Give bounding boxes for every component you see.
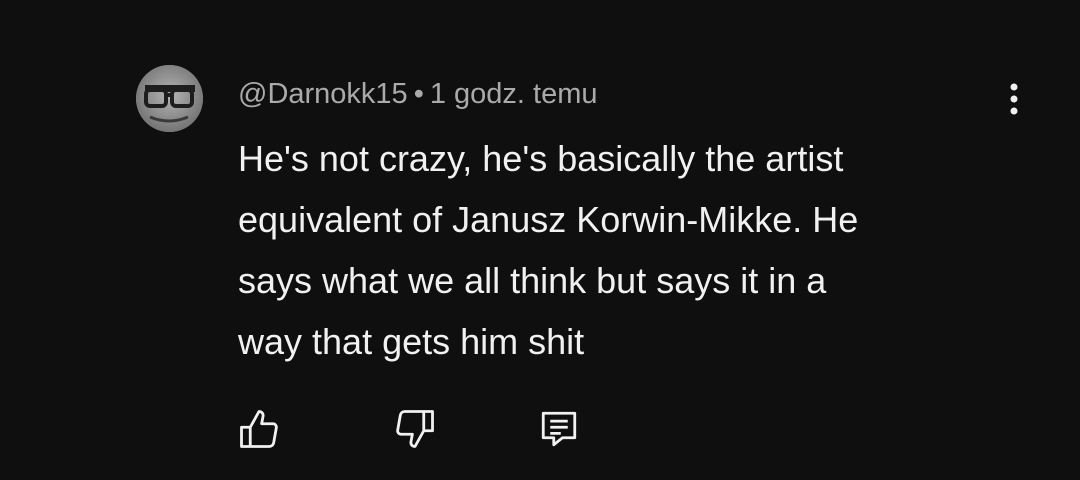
thumbs-down-icon bbox=[396, 410, 434, 448]
comment-meta: @Darnokk15 • 1 godz. temu bbox=[238, 74, 598, 114]
like-button[interactable] bbox=[234, 404, 284, 454]
more-vertical-icon bbox=[1010, 83, 1018, 115]
avatar-image bbox=[136, 65, 203, 132]
more-options-button[interactable] bbox=[994, 74, 1034, 124]
comment-timestamp[interactable]: 1 godz. temu bbox=[430, 78, 598, 110]
dislike-button[interactable] bbox=[390, 404, 440, 454]
author-name[interactable]: @Darnokk15 bbox=[238, 78, 408, 110]
meta-separator: • bbox=[413, 78, 424, 110]
thumbs-up-icon bbox=[240, 410, 278, 448]
reply-comment-icon bbox=[541, 411, 577, 447]
comment-text: He's not crazy, he's basically the artis… bbox=[238, 138, 859, 362]
avatar[interactable] bbox=[136, 65, 203, 132]
reply-button[interactable] bbox=[534, 404, 584, 454]
comment-item: @Darnokk15 • 1 godz. temu He's not crazy, … bbox=[0, 0, 1080, 480]
